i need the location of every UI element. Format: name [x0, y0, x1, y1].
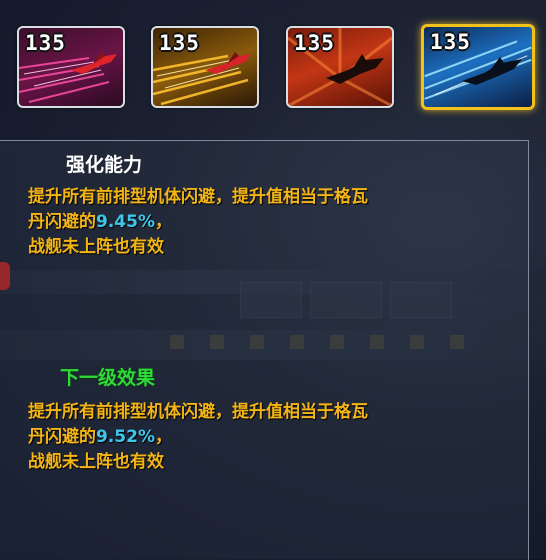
skill-tile-1[interactable]: 135	[17, 26, 125, 108]
description-line: 提升所有前排型机体闪避，提升值相当于格瓦	[28, 187, 368, 207]
skill-level: 135	[430, 30, 471, 54]
fighter-ship-icon	[326, 54, 384, 84]
fighter-ship-icon	[71, 52, 117, 74]
effect-percent-value: 9.45%	[96, 212, 155, 232]
skill-level: 135	[294, 31, 335, 55]
description-line: 丹闪避的9.45%，	[28, 210, 508, 235]
current-effect-title: 强化能力	[66, 154, 143, 176]
next-level-title: 下一级效果	[60, 367, 156, 389]
effect-percent-value: 9.52%	[96, 427, 155, 447]
next-level-description: 提升所有前排型机体闪避，提升值相当于格瓦 丹闪避的9.52%， 战舰未上阵也有效	[28, 400, 508, 475]
skill-level: 135	[25, 31, 66, 55]
skill-level: 135	[159, 31, 200, 55]
current-effect-description: 提升所有前排型机体闪避，提升值相当于格瓦 丹闪避的9.45%， 战舰未上阵也有效	[28, 185, 508, 260]
description-text: 丹闪避的	[28, 212, 96, 232]
skill-tile-4-selected[interactable]: 135	[421, 24, 535, 110]
skill-tile-3[interactable]: 135	[286, 26, 394, 108]
description-line: 丹闪避的9.52%，	[28, 425, 508, 450]
description-text: ，	[154, 212, 172, 232]
description-line: 战舰未上阵也有效	[28, 452, 164, 472]
fighter-ship-icon	[205, 52, 251, 74]
description-line: 提升所有前排型机体闪避，提升值相当于格瓦	[28, 402, 368, 422]
description-text: 丹闪避的	[28, 427, 96, 447]
fighter-ship-icon	[462, 57, 522, 85]
description-text: ，	[154, 427, 172, 447]
description-line: 战舰未上阵也有效	[28, 237, 164, 257]
skill-tile-2[interactable]: 135	[151, 26, 259, 108]
